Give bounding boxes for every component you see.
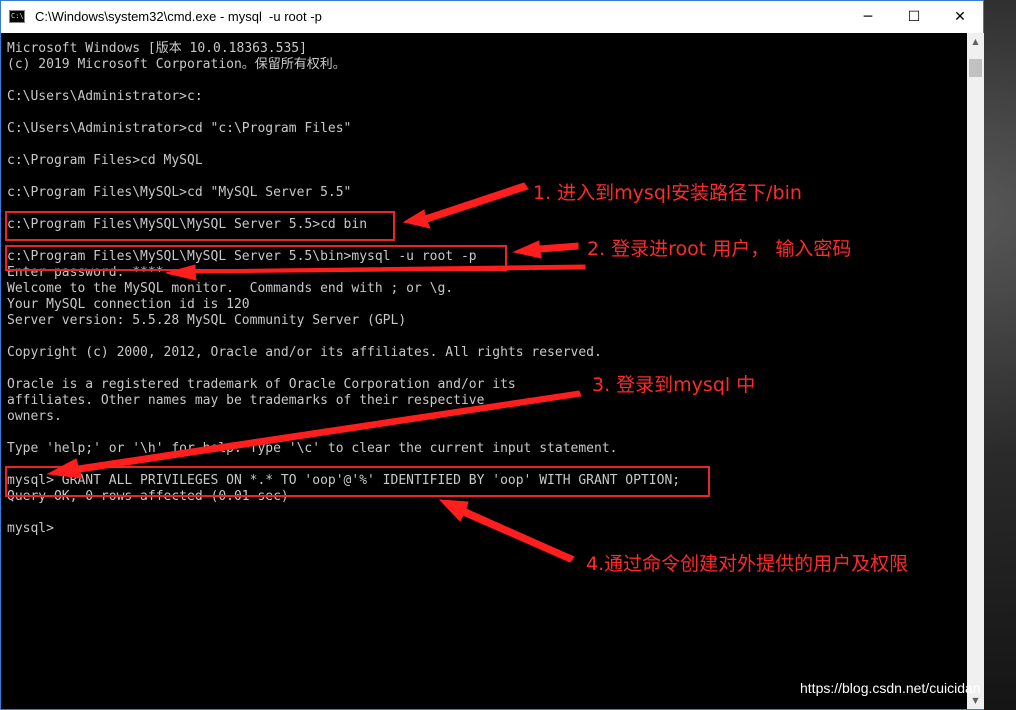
arrow-2 [512, 240, 579, 259]
arrow-2b [165, 264, 586, 281]
annotation-step3: 3. 登录到mysql 中 [592, 374, 756, 396]
watermark-url: https://blog.csdn.net/cuicidan [800, 680, 981, 696]
annotation-arrows [46, 182, 586, 563]
annotation-step2: 2. 登录进root 用户， 输入密码 [587, 238, 852, 260]
arrow-1 [402, 182, 529, 229]
annotation-step4: 4.通过命令创建对外提供的用户及权限 [586, 553, 909, 575]
arrow-3 [46, 390, 582, 479]
arrow-4 [438, 499, 575, 563]
annotation-step1: 1. 进入到mysql安装路径下/bin [533, 182, 802, 204]
